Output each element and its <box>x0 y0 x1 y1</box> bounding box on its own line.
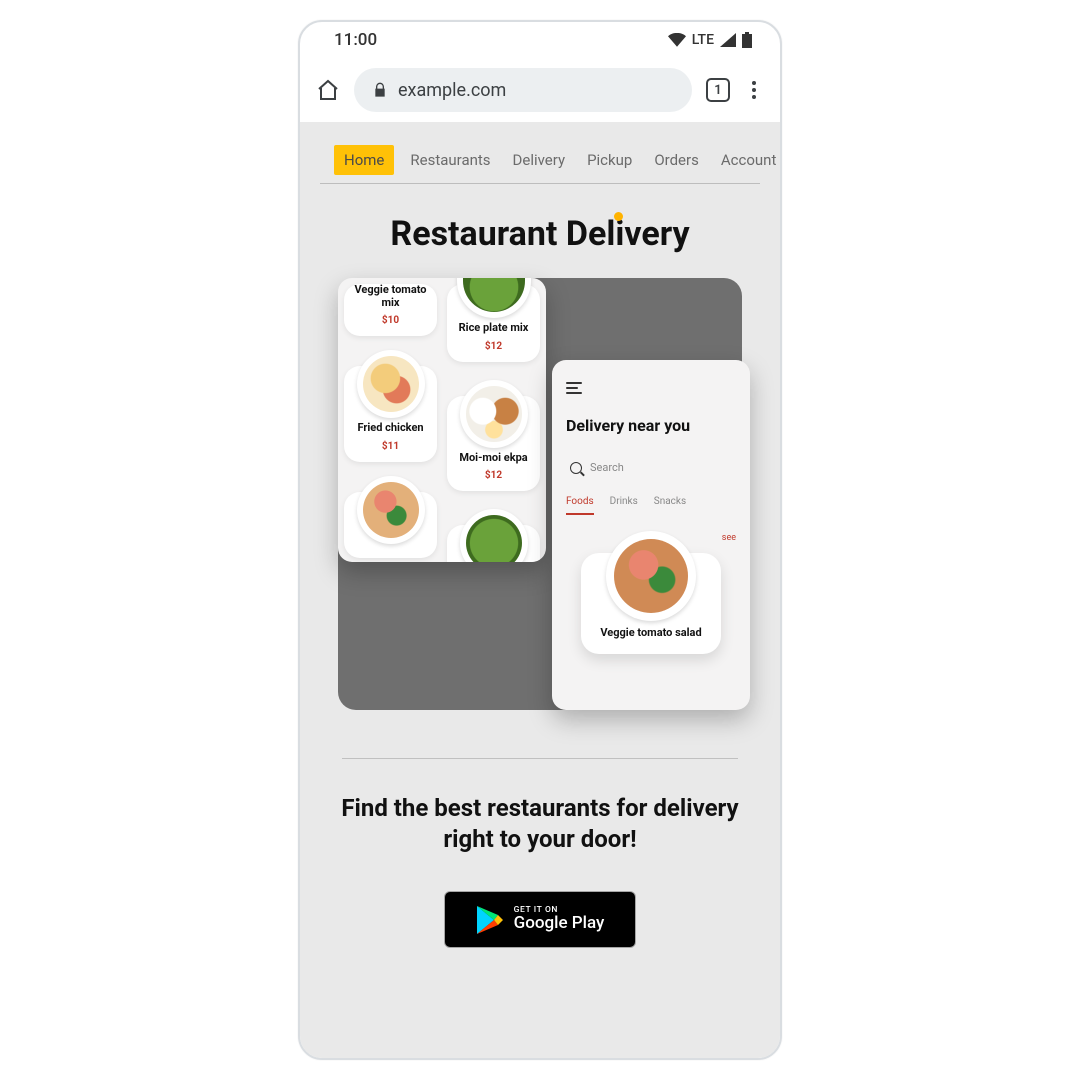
food-card <box>447 525 540 562</box>
nav-tab-account[interactable]: Account <box>715 145 780 175</box>
dish-image <box>357 350 425 418</box>
mock-phone-home: Delivery near you Search Foods Drinks Sn… <box>552 360 750 710</box>
mock-tab-snacks: Snacks <box>654 496 686 515</box>
hero-title: Restaurant Delivery <box>300 214 780 254</box>
food-card <box>344 492 437 558</box>
page-content: Home Restaurants Delivery Pickup Orders … <box>300 122 780 1058</box>
nav-tab-restaurants[interactable]: Restaurants <box>404 145 496 175</box>
food-price: $11 <box>348 441 433 452</box>
food-price: $12 <box>451 341 536 352</box>
site-nav: Home Restaurants Delivery Pickup Orders … <box>320 136 760 184</box>
google-play-text: GET IT ON Google Play <box>514 906 605 933</box>
mock-search-placeholder: Search <box>590 461 624 474</box>
status-right: LTE <box>668 32 752 48</box>
food-card: Moi-moi ekpa $12 <box>447 396 540 492</box>
cta-title: Find the best restaurants for delivery r… <box>330 793 750 855</box>
showcase-graphic: Veggie tomato mix $10 Fried chicken $11 <box>338 278 742 710</box>
food-name: Rice plate mix <box>451 322 536 335</box>
address-bar[interactable]: example.com <box>354 68 692 112</box>
device-frame: 11:00 LTE example.com 1 Home Restaurants… <box>298 20 782 1060</box>
google-play-icon <box>476 905 504 935</box>
mock-search: Search <box>566 455 736 490</box>
food-card: Rice plate mix $12 <box>447 284 540 362</box>
food-card: Veggie tomato mix $10 <box>344 284 437 336</box>
battery-icon <box>742 32 752 48</box>
status-time: 11:00 <box>334 30 377 50</box>
mock-food-card: Veggie tomato salad <box>581 553 721 654</box>
food-price: $10 <box>348 315 433 326</box>
status-bar: 11:00 LTE <box>300 22 780 58</box>
dish-image <box>606 531 696 621</box>
hero-title-text: Restaurant Delivery <box>390 214 689 254</box>
play-line2: Google Play <box>514 915 605 933</box>
mock-title: Delivery near you <box>566 416 736 435</box>
mock-tab-foods: Foods <box>566 496 594 515</box>
tab-count[interactable]: 1 <box>706 78 730 102</box>
search-icon <box>570 462 582 474</box>
dish-image <box>357 476 425 544</box>
mock-tab-drinks: Drinks <box>610 496 638 515</box>
food-card: Fried chicken $11 <box>344 366 437 462</box>
nav-tab-pickup[interactable]: Pickup <box>581 145 638 175</box>
more-menu-icon[interactable] <box>744 81 764 99</box>
divider <box>342 758 738 759</box>
address-url: example.com <box>398 80 506 101</box>
mock-phone-menu: Veggie tomato mix $10 Fried chicken $11 <box>338 278 546 562</box>
food-price: $12 <box>451 470 536 481</box>
dish-image <box>460 509 528 562</box>
food-name: Moi-moi ekpa <box>451 452 536 465</box>
network-label: LTE <box>692 32 714 48</box>
home-icon[interactable] <box>316 78 340 102</box>
food-name: Veggie tomato mix <box>348 284 433 309</box>
signal-icon <box>720 33 736 47</box>
food-name: Veggie tomato salad <box>587 627 715 640</box>
lock-icon <box>372 82 388 98</box>
browser-bar: example.com 1 <box>300 58 780 122</box>
dish-image <box>460 380 528 448</box>
food-name: Fried chicken <box>348 422 433 435</box>
wifi-icon <box>668 33 686 47</box>
accent-dot <box>614 212 623 221</box>
mock-tabs: Foods Drinks Snacks <box>566 496 736 515</box>
dish-image <box>457 278 531 318</box>
nav-tab-orders[interactable]: Orders <box>648 145 705 175</box>
nav-tab-delivery[interactable]: Delivery <box>507 145 572 175</box>
hamburger-icon <box>566 382 584 394</box>
nav-tab-home[interactable]: Home <box>334 145 394 175</box>
google-play-badge[interactable]: GET IT ON Google Play <box>444 891 636 948</box>
